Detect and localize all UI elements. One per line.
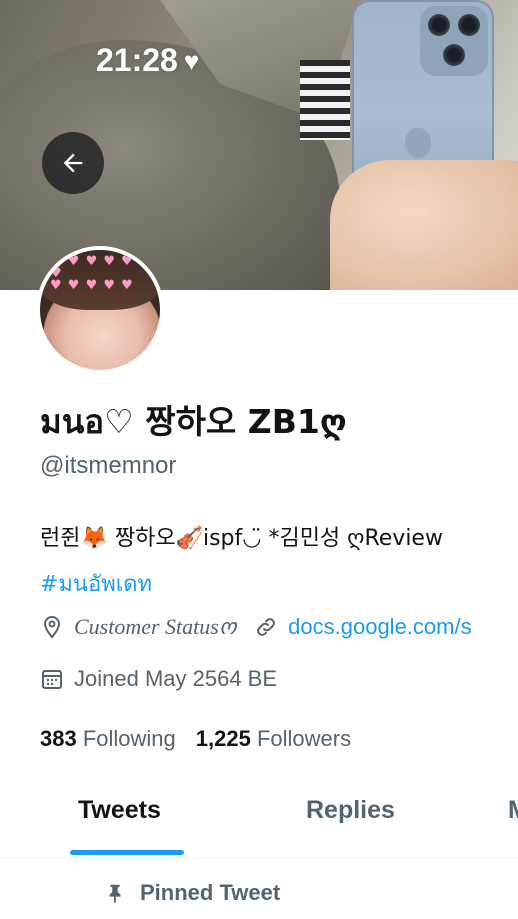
banner-lens bbox=[458, 14, 480, 36]
status-time: 21:28 bbox=[96, 42, 178, 78]
pinned-label: Pinned Tweet bbox=[140, 880, 281, 905]
pin-icon bbox=[109, 884, 121, 904]
tab-tweets[interactable]: Tweets bbox=[78, 796, 161, 825]
joined-text: Joined May 2564 BE bbox=[74, 666, 278, 691]
tab-replies[interactable]: Replies bbox=[306, 796, 395, 825]
avatar[interactable]: ♥ ♥ ♥ ♥ ♥ ♥ ♥ ♥ ♥ ♥ ♥ bbox=[36, 246, 164, 374]
followers-label: Followers bbox=[256, 726, 352, 751]
bio: 런쥔🦊 짱하오🎻ispf◡̈ *김민성 ღReview bbox=[40, 526, 443, 551]
back-button[interactable] bbox=[42, 132, 104, 194]
banner-apple-logo bbox=[405, 128, 431, 158]
status-bar: 21:28 ♥ bbox=[96, 42, 199, 79]
bio-hashtag-link[interactable]: #มนอัพเดท bbox=[40, 566, 152, 601]
back-arrow-icon bbox=[63, 153, 83, 173]
website-link[interactable]: docs.google.com/s bbox=[288, 614, 471, 640]
heart-icon: ♥ bbox=[183, 45, 200, 76]
following-label: Following bbox=[82, 726, 176, 751]
banner-hand bbox=[330, 160, 518, 290]
following-stat[interactable]: 383 Following bbox=[40, 726, 176, 752]
location-text: Customer Statusო bbox=[74, 614, 237, 639]
follow-stats: 383 Following 1,225 Followers bbox=[40, 726, 351, 752]
followers-count: 1,225 bbox=[195, 726, 251, 751]
meta-joined-row: Joined May 2564 BE bbox=[40, 666, 277, 692]
display-name: มนอ♡ 짱하오 ZB1ღ bbox=[40, 402, 347, 441]
tab-media[interactable]: M bbox=[508, 796, 518, 825]
banner-stripes bbox=[300, 60, 350, 140]
banner-lens bbox=[428, 14, 450, 36]
profile-tabs: Tweets Replies M bbox=[0, 772, 518, 859]
meta-location-link-row: Customer Statusო docs.google.com/s bbox=[40, 614, 472, 640]
active-tab-indicator bbox=[70, 850, 184, 855]
followers-stat[interactable]: 1,225 Followers bbox=[196, 726, 351, 752]
pinned-tweet-header: Pinned Tweet bbox=[104, 880, 280, 906]
calendar-icon bbox=[42, 670, 62, 689]
link-icon bbox=[257, 618, 276, 636]
location-pin-icon bbox=[43, 615, 61, 639]
handle: @itsmemnor bbox=[40, 452, 177, 479]
banner-lens bbox=[443, 44, 465, 66]
avatar-hearts: ♥ ♥ ♥ ♥ ♥ ♥ ♥ ♥ ♥ ♥ ♥ bbox=[50, 254, 134, 293]
following-count: 383 bbox=[40, 726, 77, 751]
